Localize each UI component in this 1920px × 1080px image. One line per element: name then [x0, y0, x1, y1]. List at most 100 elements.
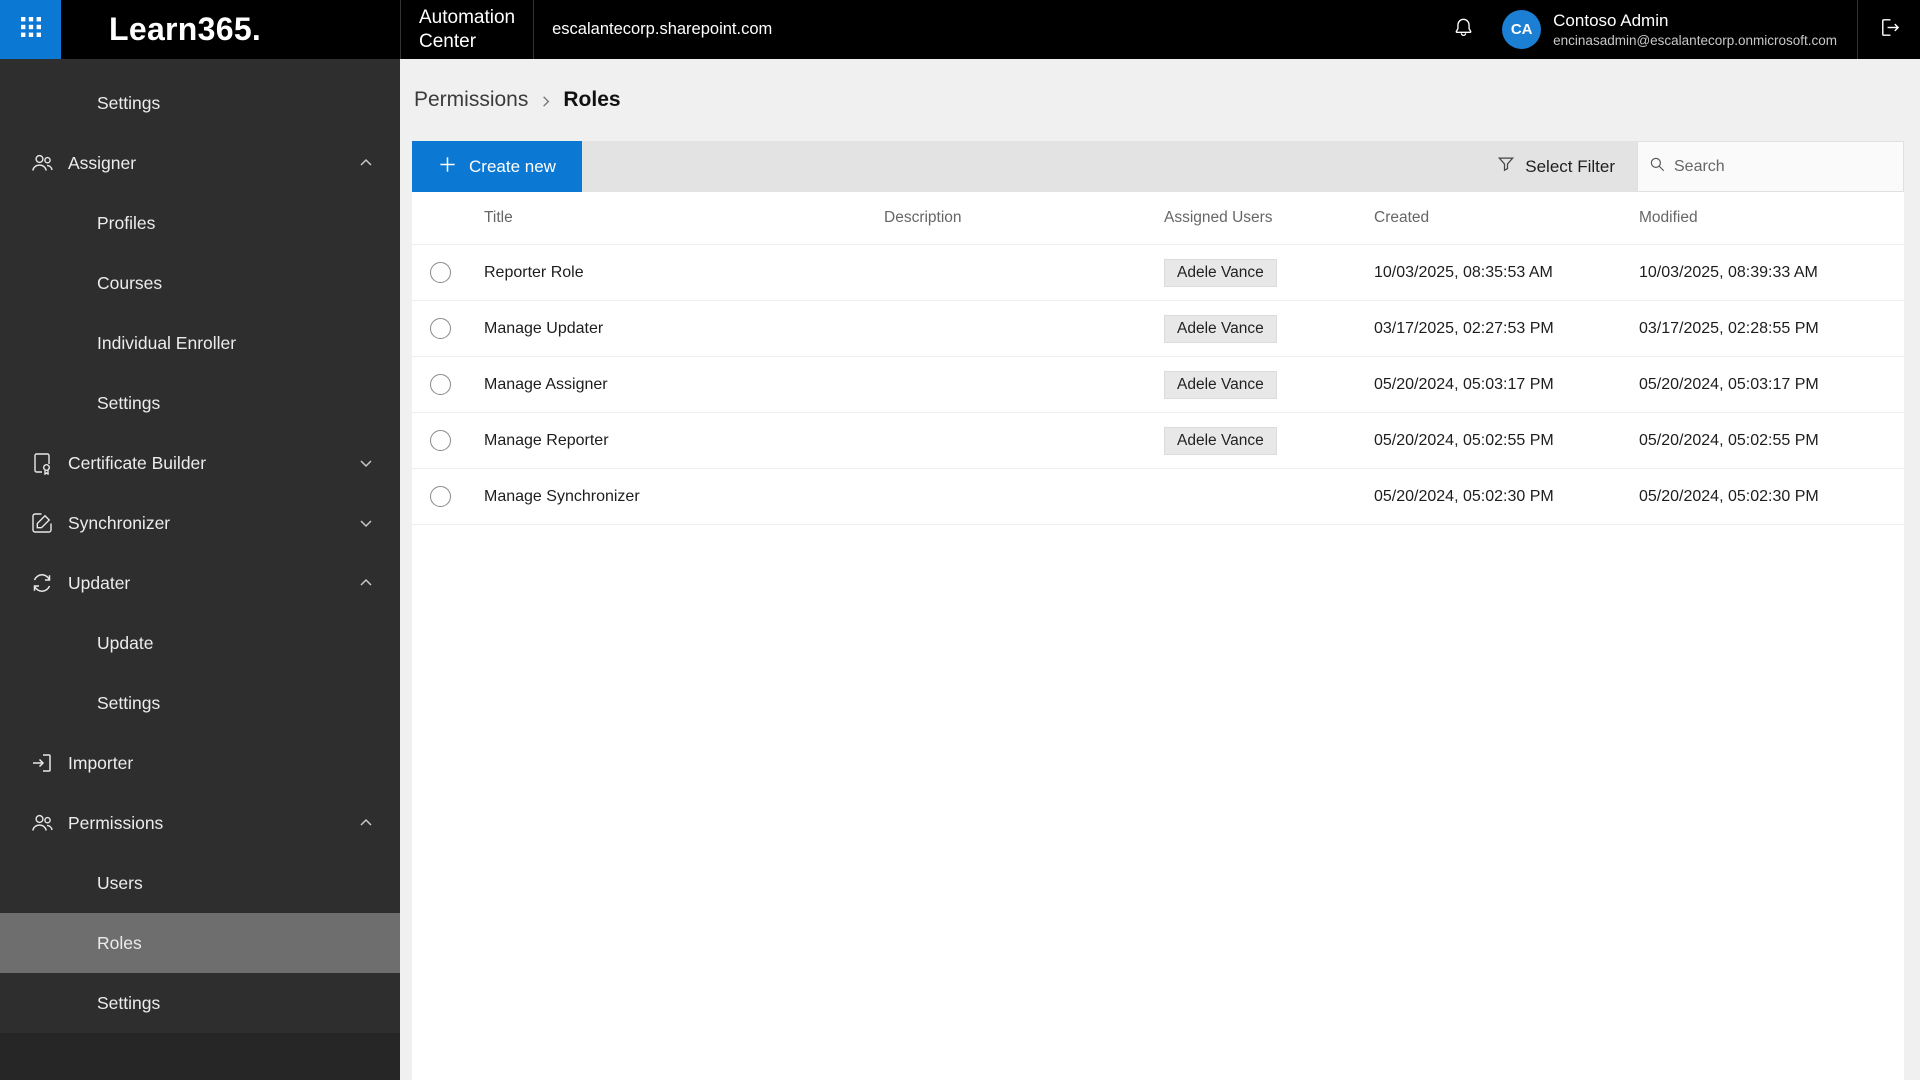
chevron-up-icon	[358, 815, 374, 831]
avatar[interactable]: CA	[1502, 10, 1542, 49]
people-icon	[30, 811, 54, 835]
sidebar-item-synchronizer[interactable]: Synchronizer	[0, 493, 400, 553]
search-input[interactable]	[1674, 157, 1893, 176]
chevron-up-icon	[358, 575, 374, 591]
column-header-modified[interactable]: Modified	[1623, 209, 1904, 227]
search-box	[1637, 141, 1904, 192]
column-header-title[interactable]: Title	[468, 209, 868, 227]
sidebar-item-users[interactable]: Users	[0, 853, 400, 913]
sidebar-item-label: Roles	[97, 932, 142, 953]
chevron-down-icon	[358, 455, 374, 471]
sidebar-item-importer[interactable]: Importer	[0, 733, 400, 793]
row-modified: 03/17/2025, 02:28:55 PM	[1639, 319, 1819, 337]
breadcrumb-parent[interactable]: Permissions	[414, 88, 528, 112]
row-modified: 05/20/2024, 05:02:30 PM	[1639, 487, 1819, 505]
sidebar-item-settings[interactable]: Settings	[0, 73, 400, 133]
toolbar: Create new Select Filter	[412, 141, 1904, 192]
row-select-cell	[412, 486, 468, 507]
row-radio-button[interactable]	[429, 318, 451, 339]
column-header-assigned-users[interactable]: Assigned Users	[1148, 209, 1358, 227]
sign-out-button[interactable]	[1858, 0, 1920, 59]
table-row[interactable]: Manage Synchronizer 05/20/2024, 05:02:30…	[412, 469, 1904, 525]
row-assigned-users: Adele Vance	[1148, 426, 1358, 455]
row-title: Manage Assigner	[484, 375, 608, 393]
plus-icon	[438, 155, 457, 179]
sidebar-item-individual-enroller[interactable]: Individual Enroller	[0, 313, 400, 373]
sidebar-item-assigner[interactable]: Assigner	[0, 133, 400, 193]
breadcrumb-current: Roles	[563, 88, 621, 111]
chevron-up-icon	[358, 155, 374, 171]
user-info: Contoso Admin encinasadmin@escalantecorp…	[1553, 11, 1837, 48]
refresh-icon	[30, 571, 54, 595]
sidebar-item-label: Settings	[97, 692, 161, 713]
assigned-user-badge: Adele Vance	[1164, 370, 1277, 399]
sidebar-item-label: Users	[97, 872, 143, 893]
topbar: Learn365. Automation Center escalantecor…	[0, 0, 1920, 59]
select-filter-button[interactable]: Select Filter	[1496, 141, 1615, 192]
row-title: Manage Reporter	[484, 431, 609, 449]
app-window: Learn365. Automation Center escalantecor…	[0, 0, 1920, 1080]
assigned-user-badge: Adele Vance	[1164, 426, 1277, 455]
column-header-created[interactable]: Created	[1358, 209, 1623, 227]
row-modified: 10/03/2025, 08:39:33 AM	[1639, 263, 1818, 281]
row-title: Manage Synchronizer	[484, 487, 640, 505]
sidebar-item-label: Updater	[68, 572, 131, 593]
sidebar-item-label: Importer	[68, 752, 134, 773]
sign-out-icon	[1878, 16, 1901, 44]
assigned-user-badge: Adele Vance	[1164, 258, 1277, 287]
create-new-button[interactable]: Create new	[412, 141, 582, 192]
breadcrumb-chevron-icon	[538, 94, 553, 109]
sidebar-item-settings[interactable]: Settings	[0, 673, 400, 733]
sidebar-item-update[interactable]: Update	[0, 613, 400, 673]
table-row[interactable]: Reporter Role Adele Vance 10/03/2025, 08…	[412, 245, 1904, 301]
row-radio-button[interactable]	[429, 374, 451, 395]
logo-area: Learn365.	[61, 11, 400, 48]
topbar-divider	[533, 0, 535, 59]
sidebar-item-label: Update	[97, 632, 154, 653]
sync-edit-icon	[30, 511, 54, 535]
people-icon	[30, 151, 54, 175]
app-name-line2: Center	[419, 30, 477, 52]
row-radio-button[interactable]	[429, 262, 451, 283]
sidebar-item-courses[interactable]: Courses	[0, 253, 400, 313]
table-body: Reporter Role Adele Vance 10/03/2025, 08…	[412, 245, 1904, 525]
sidebar-item-settings[interactable]: Settings	[0, 373, 400, 433]
app-launcher-button[interactable]	[0, 0, 61, 59]
row-created: 05/20/2024, 05:02:55 PM	[1374, 431, 1554, 449]
table-row[interactable]: Manage Assigner Adele Vance 05/20/2024, …	[412, 357, 1904, 413]
row-select-cell	[412, 318, 468, 339]
table-row[interactable]: Manage Updater Adele Vance 03/17/2025, 0…	[412, 301, 1904, 357]
chevron-down-icon	[358, 515, 374, 531]
column-header-description[interactable]: Description	[868, 209, 1148, 227]
user-email: encinasadmin@escalantecorp.onmicrosoft.c…	[1553, 33, 1837, 48]
row-created: 05/20/2024, 05:03:17 PM	[1374, 375, 1554, 393]
sidebar-item-settings[interactable]: Settings	[0, 973, 400, 1033]
sidebar-item-certificate-builder[interactable]: Certificate Builder	[0, 433, 400, 493]
sidebar-item-roles[interactable]: Roles	[0, 913, 400, 973]
user-name: Contoso Admin	[1553, 11, 1669, 30]
sidebar-item-profiles[interactable]: Profiles	[0, 193, 400, 253]
logo: Learn365.	[109, 11, 262, 47]
breadcrumb: Permissions Roles	[400, 59, 1920, 141]
search-icon	[1648, 155, 1666, 178]
assigned-user-badge: Adele Vance	[1164, 314, 1277, 343]
sidebar-item-label: Profiles	[97, 212, 156, 233]
table-row[interactable]: Manage Reporter Adele Vance 05/20/2024, …	[412, 413, 1904, 469]
row-assigned-users: Adele Vance	[1148, 314, 1358, 343]
import-icon	[30, 751, 54, 775]
waffle-icon	[19, 15, 43, 44]
row-modified: 05/20/2024, 05:02:55 PM	[1639, 431, 1819, 449]
sidebar-item-label: Courses	[97, 272, 163, 293]
row-radio-button[interactable]	[429, 430, 451, 451]
row-created: 10/03/2025, 08:35:53 AM	[1374, 263, 1553, 281]
sidebar-item-updater[interactable]: Updater	[0, 553, 400, 613]
sidebar-item-label: Settings	[97, 92, 161, 113]
row-radio-button[interactable]	[429, 486, 451, 507]
filter-icon	[1496, 154, 1516, 179]
sidebar-item-permissions[interactable]: Permissions	[0, 793, 400, 853]
row-created: 03/17/2025, 02:27:53 PM	[1374, 319, 1554, 337]
row-select-cell	[412, 374, 468, 395]
row-title: Reporter Role	[484, 263, 584, 281]
notifications-button[interactable]	[1438, 0, 1488, 59]
sidebar-item-label: Settings	[97, 392, 161, 413]
